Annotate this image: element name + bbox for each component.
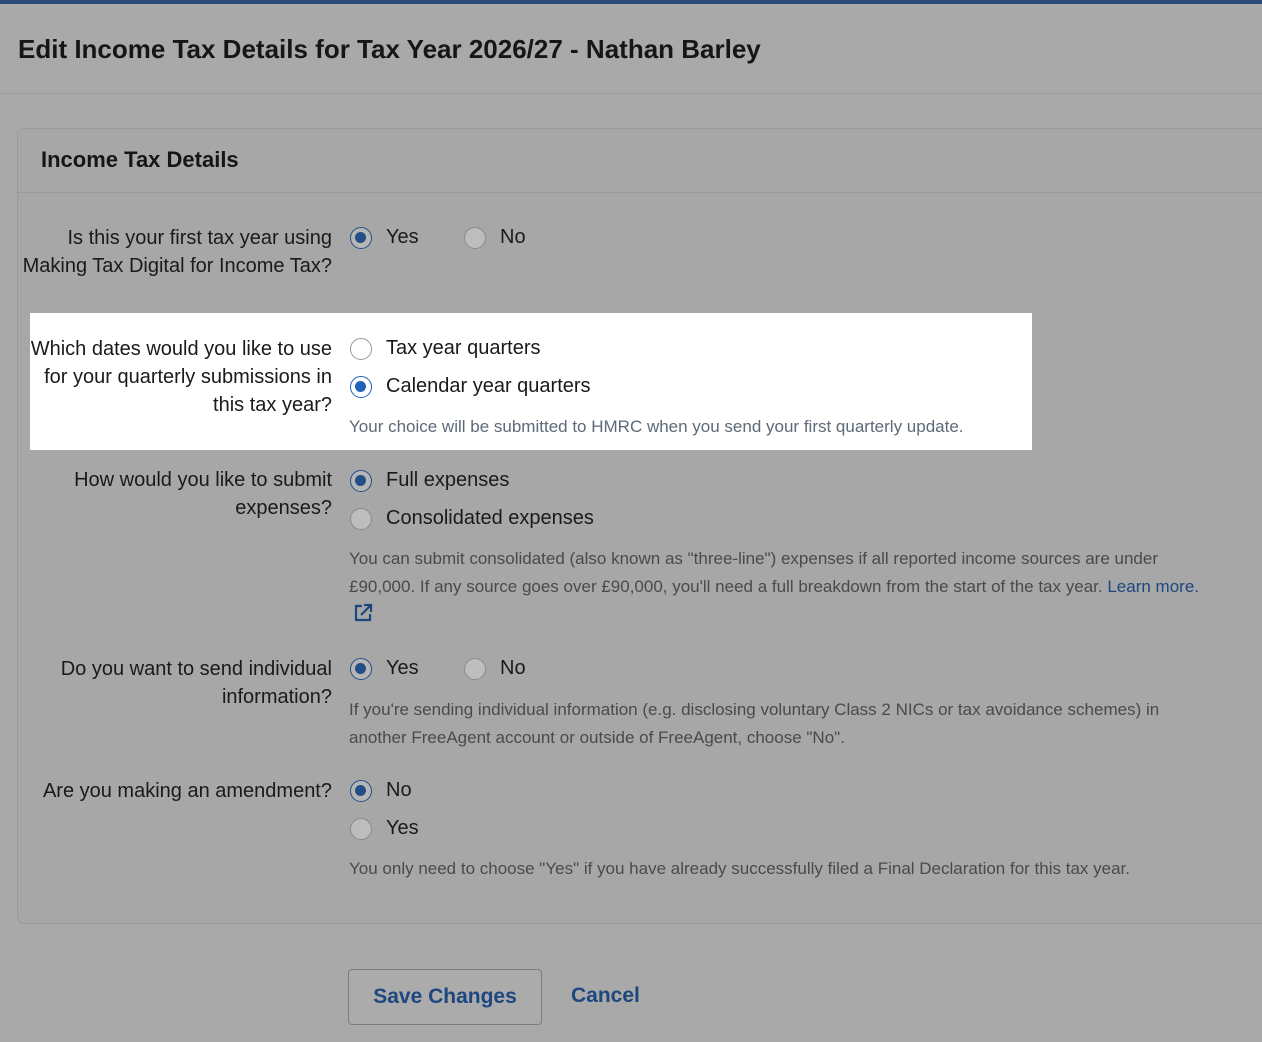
- radio-circle[interactable]: [350, 817, 372, 840]
- question-quarter-dates-label: Which dates would you like to use for yo…: [30, 338, 332, 416]
- radio-individual-info-yes[interactable]: Yes: [350, 657, 419, 680]
- radio-label[interactable]: No: [500, 226, 526, 249]
- question-first-tax-year-label: Is this your first tax year using Making…: [22, 227, 332, 277]
- radio-circle[interactable]: [350, 337, 372, 360]
- radio-tax-year-quarters[interactable]: Tax year quarters: [350, 337, 541, 360]
- external-link-icon[interactable]: [353, 603, 373, 623]
- save-changes-button[interactable]: Save Changes: [348, 969, 542, 1025]
- radio-label[interactable]: Consolidated expenses: [386, 507, 594, 530]
- radio-label[interactable]: No: [386, 779, 412, 802]
- learn-more-label[interactable]: Learn more.: [1107, 577, 1199, 596]
- page-header: Edit Income Tax Details for Tax Year 202…: [0, 4, 1262, 94]
- card-header: Income Tax Details: [18, 129, 1262, 193]
- expenses-hint: You can submit consolidated (also known …: [349, 545, 1199, 629]
- radio-consolidated-expenses[interactable]: Consolidated expenses: [350, 507, 594, 530]
- amendment-hint: You only need to choose "Yes" if you hav…: [349, 859, 1130, 878]
- radio-circle[interactable]: [350, 375, 372, 398]
- question-expenses-label: How would you like to submit expenses?: [74, 469, 332, 519]
- quarter-dates-hint: Your choice will be submitted to HMRC wh…: [349, 417, 964, 436]
- radio-circle[interactable]: [350, 779, 372, 802]
- radio-amendment-yes[interactable]: Yes: [350, 817, 419, 840]
- radio-circle[interactable]: [464, 226, 486, 249]
- radio-circle[interactable]: [350, 469, 372, 492]
- radio-calendar-year-quarters[interactable]: Calendar year quarters: [350, 375, 591, 398]
- radio-full-expenses[interactable]: Full expenses: [350, 469, 509, 492]
- question-individual-info-label: Do you want to send individual informati…: [60, 658, 332, 708]
- page-title: Edit Income Tax Details for Tax Year 202…: [18, 34, 761, 64]
- radio-circle[interactable]: [464, 657, 486, 680]
- radio-label[interactable]: No: [500, 657, 526, 680]
- radio-first-year-yes[interactable]: Yes: [350, 226, 419, 249]
- expenses-hint-text: You can submit consolidated (also known …: [349, 549, 1158, 596]
- radio-label[interactable]: Calendar year quarters: [386, 375, 591, 398]
- radio-label[interactable]: Yes: [386, 657, 419, 680]
- radio-label[interactable]: Yes: [386, 226, 419, 249]
- radio-label[interactable]: Yes: [386, 817, 419, 840]
- radio-amendment-no[interactable]: No: [350, 779, 412, 802]
- individual-info-hint: If you're sending individual information…: [349, 700, 1160, 747]
- radio-individual-info-no[interactable]: No: [464, 657, 526, 680]
- radio-label[interactable]: Full expenses: [386, 469, 509, 492]
- question-amendment-label: Are you making an amendment?: [42, 780, 332, 802]
- card-title: Income Tax Details: [41, 147, 239, 172]
- radio-circle[interactable]: [350, 657, 372, 680]
- cancel-link[interactable]: Cancel: [571, 984, 640, 1008]
- highlight-panel-quarter-dates: Which dates would you like to use for yo…: [30, 313, 1032, 450]
- radio-circle[interactable]: [350, 226, 372, 249]
- radio-circle[interactable]: [350, 507, 372, 530]
- radio-first-year-no[interactable]: No: [464, 226, 526, 249]
- radio-label[interactable]: Tax year quarters: [386, 337, 541, 360]
